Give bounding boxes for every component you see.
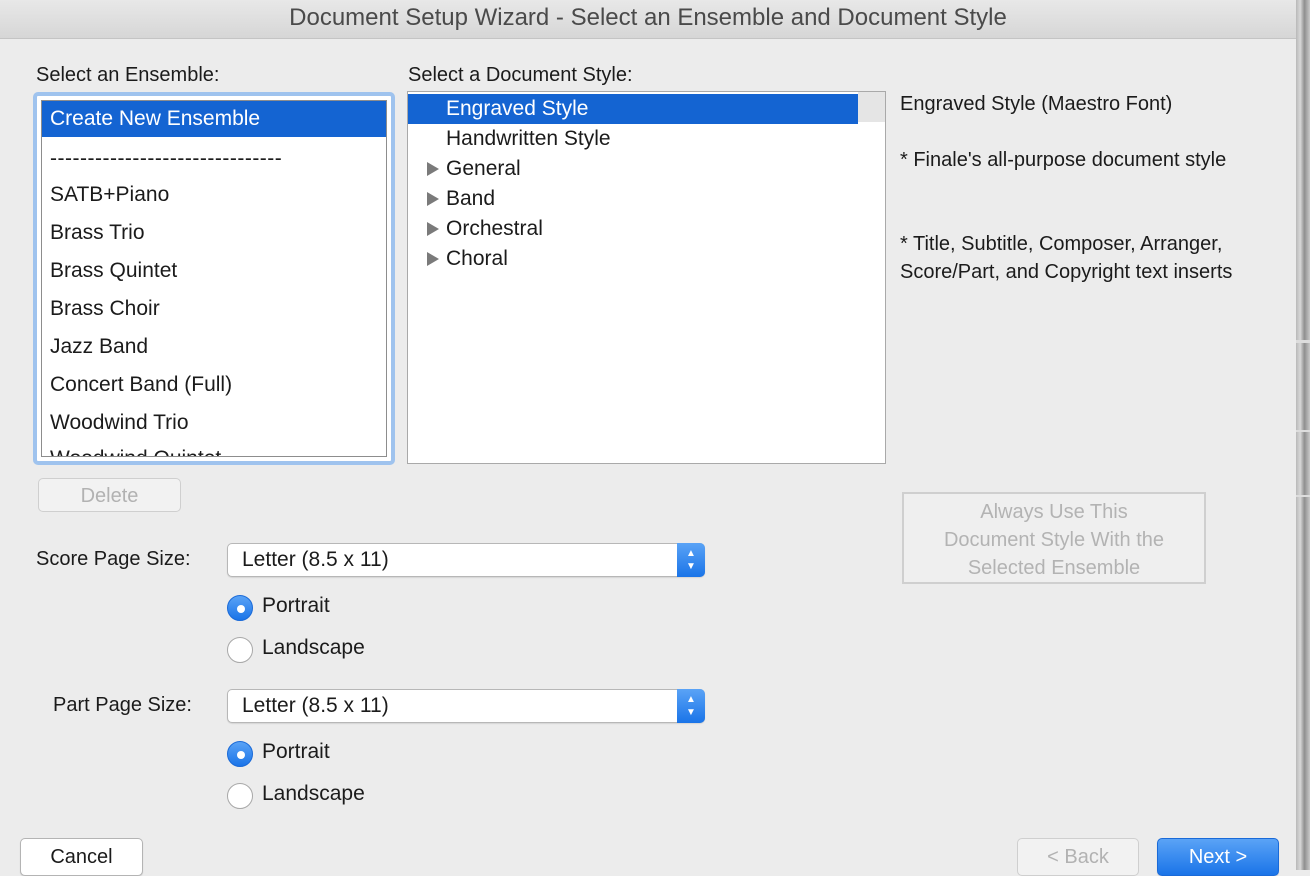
back-button[interactable]: < Back	[1017, 838, 1139, 876]
ensemble-item[interactable]: Jazz Band	[42, 329, 386, 365]
disclosure-triangle-icon[interactable]	[427, 222, 439, 236]
style-item-label: General	[446, 157, 521, 180]
ensemble-separator: -------------------------------	[50, 147, 283, 170]
radio-label: Portrait	[262, 594, 330, 617]
title-bar: Document Setup Wizard - Select an Ensemb…	[0, 0, 1296, 39]
button-label-line: Always Use This	[980, 501, 1128, 523]
style-folder-orchestral[interactable]: Orchestral	[408, 214, 858, 244]
cancel-button[interactable]: Cancel	[20, 838, 143, 876]
style-item-engraved[interactable]: Engraved Style	[408, 94, 858, 124]
style-item-handwritten[interactable]: Handwritten Style	[408, 124, 858, 154]
disclosure-triangle-icon[interactable]	[427, 192, 439, 206]
radio-label: Landscape	[262, 782, 365, 805]
style-item-label: Orchestral	[446, 217, 543, 240]
disclosure-triangle-icon[interactable]	[427, 252, 439, 266]
style-folder-band[interactable]: Band	[408, 184, 858, 214]
style-folder-general[interactable]: General	[408, 154, 858, 184]
disclosure-triangle-icon[interactable]	[427, 162, 439, 176]
select-stepper-icon: ▲ ▼	[677, 543, 705, 577]
ensemble-label: Select an Ensemble:	[36, 64, 220, 86]
radio-dot-icon	[227, 741, 253, 767]
ensemble-item[interactable]: Woodwind Trio	[42, 405, 386, 441]
select-value: Letter (8.5 x 11)	[242, 694, 389, 717]
ensemble-item[interactable]: Brass Quintet	[42, 253, 386, 289]
score-page-size-label: Score Page Size:	[36, 548, 191, 570]
ensemble-item[interactable]: Brass Trio	[42, 215, 386, 251]
background-window-edge	[1296, 0, 1310, 870]
ensemble-item[interactable]: Concert Band (Full)	[42, 367, 386, 403]
ensemble-item[interactable]: SATB+Piano	[42, 177, 386, 213]
next-button[interactable]: Next >	[1157, 838, 1279, 876]
scrollbar[interactable]	[858, 92, 885, 122]
always-use-style-button[interactable]: Always Use This Document Style With the …	[902, 492, 1206, 584]
part-page-size-label: Part Page Size:	[53, 694, 192, 716]
button-label-line: Document Style With the	[943, 529, 1165, 551]
select-value: Letter (8.5 x 11)	[242, 548, 389, 571]
style-item-label: Choral	[446, 247, 508, 270]
delete-button[interactable]: Delete	[38, 478, 181, 512]
ensemble-item-create-new[interactable]: Create New Ensemble	[42, 101, 386, 137]
ensemble-item[interactable]: Woodwind Quintet	[42, 441, 386, 456]
score-page-size-select[interactable]: Letter (8.5 x 11) ▲ ▼	[227, 543, 705, 577]
style-description-title: Engraved Style (Maestro Font)	[900, 93, 1173, 115]
radio-label: Portrait	[262, 740, 330, 763]
style-item-label: Handwritten Style	[446, 127, 611, 150]
style-folder-choral[interactable]: Choral	[408, 244, 858, 274]
radio-dot-icon	[227, 637, 253, 663]
ensemble-list[interactable]: Create New Ensemble --------------------…	[33, 92, 395, 465]
document-style-tree[interactable]: Engraved Style Handwritten Style General…	[407, 91, 886, 464]
style-item-label: Engraved Style	[446, 97, 589, 120]
radio-dot-icon	[227, 595, 253, 621]
select-stepper-icon: ▲ ▼	[677, 689, 705, 723]
button-label-line: Selected Ensemble	[967, 557, 1141, 579]
radio-label: Landscape	[262, 636, 365, 659]
window-title: Document Setup Wizard - Select an Ensemb…	[289, 4, 1007, 31]
style-description-line: * Title, Subtitle, Composer, Arranger, S…	[900, 233, 1233, 283]
ensemble-item[interactable]: Brass Choir	[42, 291, 386, 327]
style-description-line: * Finale's all-purpose document style	[900, 149, 1227, 171]
part-page-size-select[interactable]: Letter (8.5 x 11) ▲ ▼	[227, 689, 705, 723]
radio-dot-icon	[227, 783, 253, 809]
document-style-label: Select a Document Style:	[408, 64, 633, 86]
style-item-label: Band	[446, 187, 496, 210]
